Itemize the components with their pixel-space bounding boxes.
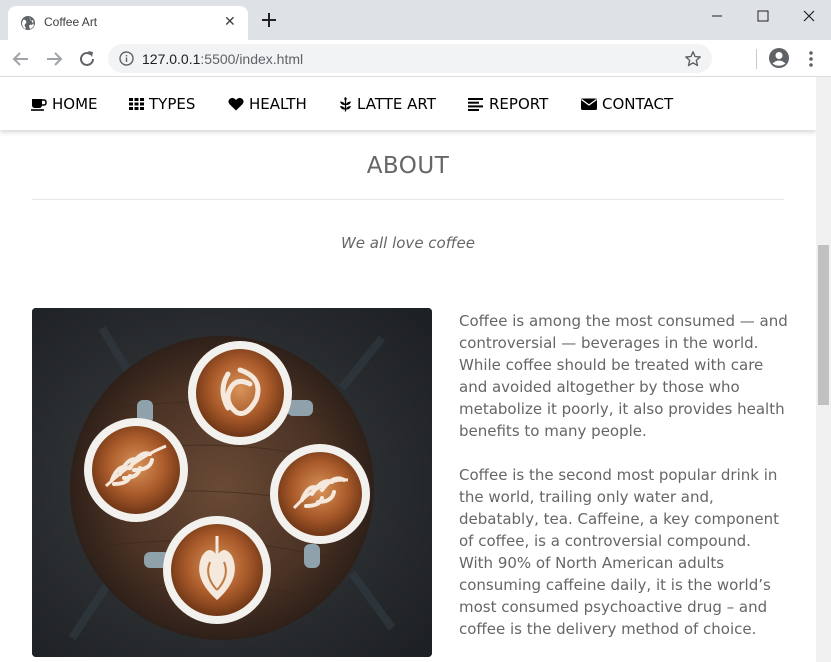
nav-contact[interactable]: CONTACT [581,94,673,114]
align-left-icon [468,98,483,111]
coffee-cup-icon [31,99,47,111]
minimize-icon [712,15,722,17]
browser-tab[interactable]: Coffee Art ✕ [8,6,248,40]
nav-report-label: REPORT [489,95,549,113]
url-path: :5500/index.html [200,51,304,67]
coffee-cups-photo [32,308,432,657]
scrollbar-thumb[interactable] [818,245,829,405]
nav-latte-art[interactable]: LATTE ART [339,94,436,114]
url-text[interactable]: 127.0.0.1:5500/index.html [142,51,303,67]
nav-contact-label: CONTACT [602,95,674,113]
minimize-button[interactable] [694,2,740,30]
about-tagline: We all love coffee [340,234,476,252]
about-heading: ABOUT [366,153,450,179]
leaf-icon [340,97,351,112]
page-scrollbar[interactable] [816,77,831,662]
envelope-icon [581,98,597,110]
profile-avatar-icon[interactable] [768,47,790,69]
latte-art-image [32,308,432,657]
about-divider [32,199,784,200]
tab-title: Coffee Art [44,15,98,29]
site-navbar: HOME TYPES HEALTH LATTE ART REPORT CONTA… [0,77,816,130]
nav-report[interactable]: REPORT [468,94,548,114]
heart-icon [228,97,244,111]
close-window-button[interactable] [786,2,831,30]
about-paragraph-2: Coffee is the second most popular drink … [459,466,779,638]
new-tab-icon[interactable] [258,9,280,31]
maximize-button[interactable] [740,2,786,30]
more-menu-icon[interactable] [803,49,819,69]
info-icon[interactable] [119,51,134,66]
page-viewport: HOME TYPES HEALTH LATTE ART REPORT CONTA… [0,77,816,662]
address-bar[interactable]: 127.0.0.1:5500/index.html [108,44,712,73]
about-paragraph-1: Coffee is among the most consumed — and … [459,312,788,440]
grid-icon [129,98,144,110]
close-icon [803,10,815,22]
nav-health-label: HEALTH [249,95,307,113]
reload-icon[interactable] [76,48,98,70]
toolbar-divider [756,49,757,69]
nav-health[interactable]: HEALTH [228,94,307,114]
nav-types-label: TYPES [149,95,196,113]
bookmark-star-icon[interactable] [684,50,702,68]
maximize-icon [757,10,769,22]
nav-types[interactable]: TYPES [129,94,195,114]
back-arrow-icon[interactable] [10,48,32,70]
browser-tab-strip: Coffee Art ✕ [0,0,831,40]
forward-arrow-icon[interactable] [43,48,65,70]
nav-home-label: HOME [52,95,98,113]
globe-icon [21,16,35,30]
nav-home[interactable]: HOME [31,94,98,114]
nav-latte-art-label: LATTE ART [357,95,436,113]
browser-toolbar: 127.0.0.1:5500/index.html [0,40,831,77]
tab-close-button[interactable]: ✕ [224,13,236,31]
url-host: 127.0.0.1 [142,51,201,67]
